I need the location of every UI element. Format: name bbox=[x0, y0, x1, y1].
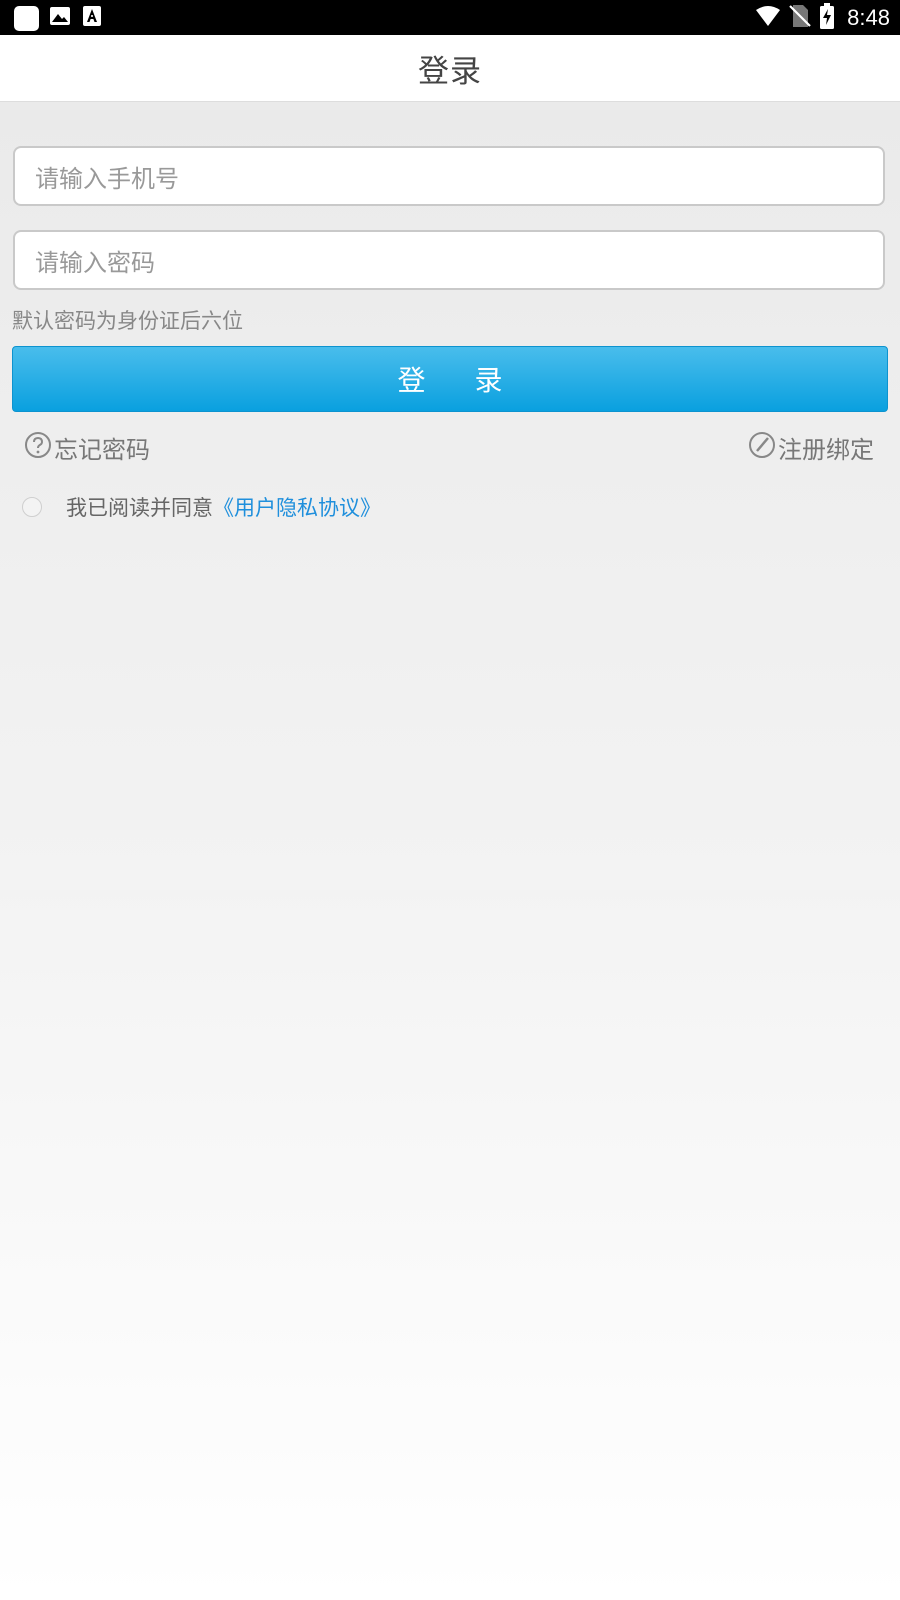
register-bind-link[interactable]: 注册绑定 bbox=[748, 430, 874, 465]
clock-time: 8:48 bbox=[847, 4, 890, 30]
privacy-agreement-link[interactable]: 《用户隐私协议》 bbox=[213, 492, 381, 522]
agreement-radio[interactable] bbox=[22, 497, 42, 517]
font-icon bbox=[81, 5, 103, 31]
register-bind-label: 注册绑定 bbox=[778, 436, 874, 464]
no-sim-icon bbox=[789, 4, 811, 32]
page-title: 登录 bbox=[418, 53, 482, 90]
title-bar: 登录 bbox=[0, 35, 900, 102]
agreement-text: 我已阅读并同意 bbox=[66, 496, 213, 520]
password-input[interactable]: 请输入密码 bbox=[13, 230, 885, 290]
password-hint: 默认密码为身份证后六位 bbox=[12, 309, 243, 333]
image-icon bbox=[49, 5, 71, 31]
status-bar-right: 8:48 bbox=[755, 2, 890, 33]
forgot-password-link[interactable]: 忘记密码 bbox=[24, 430, 150, 465]
agreement-row: 我已阅读并同意 《用户隐私协议》 bbox=[22, 492, 381, 522]
battery-charging-icon bbox=[819, 2, 835, 33]
login-button-label: 登 录 bbox=[397, 364, 523, 397]
wifi-icon bbox=[755, 5, 781, 31]
edit-circle-icon bbox=[748, 431, 776, 465]
question-circle-icon bbox=[24, 431, 52, 465]
password-input-placeholder: 请输入密码 bbox=[35, 248, 155, 277]
forgot-password-label: 忘记密码 bbox=[54, 436, 150, 464]
status-bar: 8:48 bbox=[0, 0, 900, 35]
phone-input[interactable]: 请输入手机号 bbox=[13, 146, 885, 206]
app-icon bbox=[14, 5, 39, 31]
phone-input-placeholder: 请输入手机号 bbox=[35, 164, 179, 193]
login-button[interactable]: 登 录 bbox=[12, 346, 888, 412]
status-bar-left bbox=[14, 5, 103, 31]
